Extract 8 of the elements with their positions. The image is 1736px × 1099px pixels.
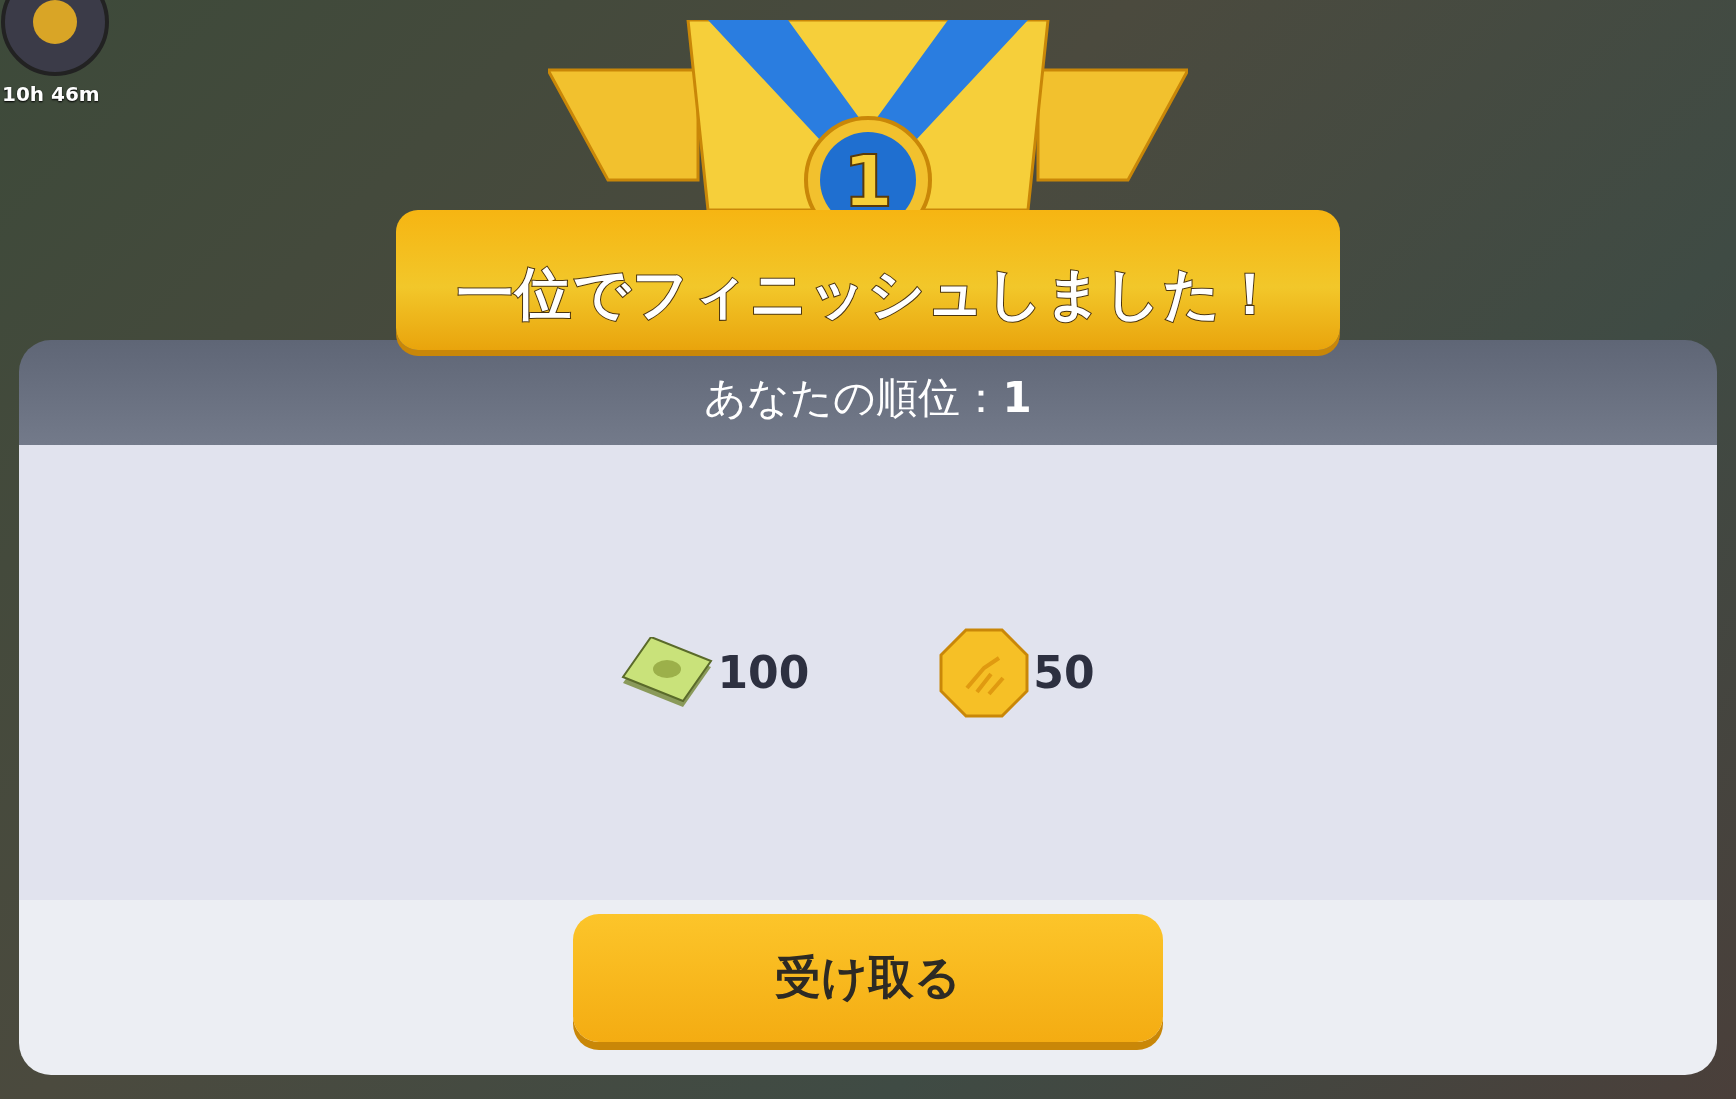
coin-icon — [939, 627, 1030, 718]
medal-number: 1 — [842, 139, 894, 223]
reward-amount: 100 — [717, 647, 810, 698]
reward-amount: 50 — [1033, 647, 1095, 698]
rank-label: あなたの順位：1 — [704, 371, 1032, 424]
banner-title: 一位でフィニッシュしました！ — [456, 260, 1280, 328]
cash-stack-icon — [621, 636, 714, 709]
timer-text: 10h 46m — [2, 82, 100, 106]
